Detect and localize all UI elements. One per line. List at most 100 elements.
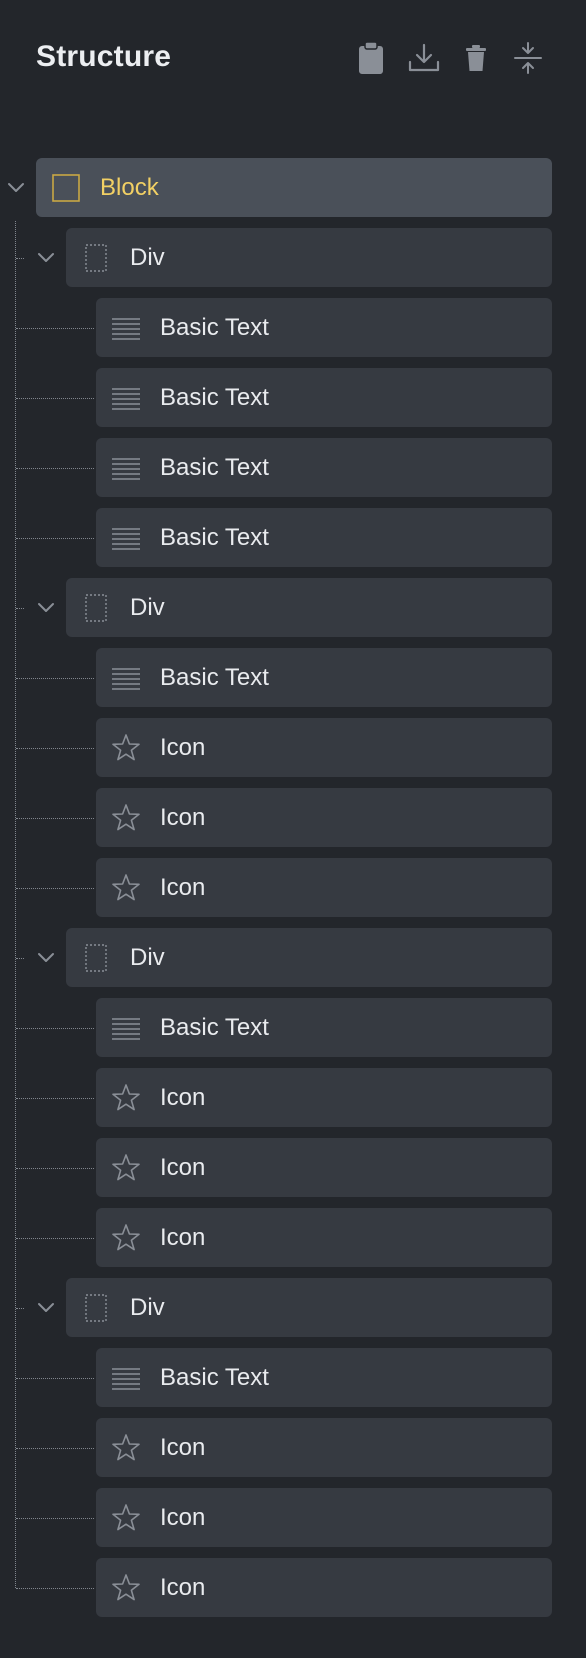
text-lines-icon xyxy=(112,1017,140,1040)
tree-node-icon[interactable]: Icon xyxy=(96,1138,552,1197)
star-icon xyxy=(112,1153,140,1180)
tree-node-icon[interactable]: Icon xyxy=(96,1418,552,1477)
row-icon xyxy=(80,242,112,274)
row-label: Basic Text xyxy=(160,453,269,481)
row-label: Div xyxy=(130,593,165,621)
star-icon xyxy=(112,1433,140,1460)
row-icon xyxy=(80,942,112,974)
row-label: Basic Text xyxy=(160,1363,269,1391)
tree-connector xyxy=(16,257,24,259)
row-icon xyxy=(50,172,82,204)
tree-node-basic-text[interactable]: Basic Text xyxy=(96,648,552,707)
tree-node-div[interactable]: Div xyxy=(66,228,552,287)
row-label: Icon xyxy=(160,1433,206,1461)
star-icon xyxy=(112,1503,140,1530)
expand-toggle[interactable] xyxy=(35,247,57,269)
tree-node-basic-text[interactable]: Basic Text xyxy=(96,368,552,427)
row-label: Icon xyxy=(160,873,206,901)
row-label: Basic Text xyxy=(160,1013,269,1041)
tree-node-div[interactable]: Div xyxy=(66,1278,552,1337)
tree-node-icon[interactable]: Icon xyxy=(96,718,552,777)
tree-guide-line xyxy=(15,221,16,1588)
row-icon xyxy=(110,382,142,414)
tree-node-basic-text[interactable]: Basic Text xyxy=(96,998,552,1057)
chevron-down-icon xyxy=(38,602,54,612)
star-icon xyxy=(112,873,140,900)
row-label: Div xyxy=(130,243,165,271)
tree-connector xyxy=(16,1377,94,1379)
row-label: Icon xyxy=(160,1083,206,1111)
row-icon xyxy=(110,872,142,904)
tree-connector xyxy=(16,1167,94,1169)
row-icon xyxy=(110,522,142,554)
tree-node-basic-text[interactable]: Basic Text xyxy=(96,1348,552,1407)
tree-node-block[interactable]: Block xyxy=(36,158,552,217)
row-icon xyxy=(80,1292,112,1324)
tree-node-icon[interactable]: Icon xyxy=(96,1488,552,1547)
row-label: Basic Text xyxy=(160,313,269,341)
tree-connector xyxy=(16,1517,94,1519)
tree-node-div[interactable]: Div xyxy=(66,928,552,987)
tree-connector xyxy=(16,1587,94,1589)
chevron-down-icon xyxy=(8,182,24,192)
expand-toggle[interactable] xyxy=(35,1297,57,1319)
div-dotted-square-icon xyxy=(85,1293,107,1322)
tree-node-basic-text[interactable]: Basic Text xyxy=(96,508,552,567)
expand-toggle[interactable] xyxy=(35,597,57,619)
text-lines-icon xyxy=(112,1367,140,1390)
text-lines-icon xyxy=(112,457,140,480)
text-lines-icon xyxy=(112,387,140,410)
row-label: Icon xyxy=(160,1223,206,1251)
tree-node-icon[interactable]: Icon xyxy=(96,1068,552,1127)
tree-connector xyxy=(16,887,94,889)
tree-connector xyxy=(16,467,94,469)
tree-connector xyxy=(16,747,94,749)
row-icon xyxy=(110,312,142,344)
tree-node-icon[interactable]: Icon xyxy=(96,858,552,917)
tree-connector xyxy=(16,677,94,679)
row-icon xyxy=(110,452,142,484)
row-icon xyxy=(110,1362,142,1394)
tree-connector xyxy=(16,537,94,539)
row-icon xyxy=(110,1082,142,1114)
row-icon xyxy=(110,1222,142,1254)
div-dotted-square-icon xyxy=(85,943,107,972)
star-icon xyxy=(112,1223,140,1250)
row-icon xyxy=(110,1432,142,1464)
star-icon xyxy=(112,1573,140,1600)
row-label: Icon xyxy=(160,1573,206,1601)
row-icon xyxy=(110,1572,142,1604)
expand-toggle[interactable] xyxy=(5,177,27,199)
div-dotted-square-icon xyxy=(85,243,107,272)
row-icon xyxy=(110,802,142,834)
tree-connector xyxy=(16,1097,94,1099)
row-label: Basic Text xyxy=(160,663,269,691)
structure-tree: Block Div Basic Text Basic Text Basic Text Ba… xyxy=(0,0,586,1658)
star-icon xyxy=(112,803,140,830)
tree-node-div[interactable]: Div xyxy=(66,578,552,637)
row-label: Div xyxy=(130,1293,165,1321)
row-icon xyxy=(80,592,112,624)
tree-node-icon[interactable]: Icon xyxy=(96,1558,552,1617)
row-icon xyxy=(110,1152,142,1184)
tree-node-icon[interactable]: Icon xyxy=(96,1208,552,1267)
row-label: Basic Text xyxy=(160,383,269,411)
chevron-down-icon xyxy=(38,252,54,262)
tree-connector xyxy=(16,1027,94,1029)
div-dotted-square-icon xyxy=(85,593,107,622)
expand-toggle[interactable] xyxy=(35,947,57,969)
chevron-down-icon xyxy=(38,1302,54,1312)
tree-node-icon[interactable]: Icon xyxy=(96,788,552,847)
row-label: Icon xyxy=(160,1503,206,1531)
tree-connector xyxy=(16,1307,24,1309)
row-icon xyxy=(110,1502,142,1534)
star-icon xyxy=(112,733,140,760)
tree-node-basic-text[interactable]: Basic Text xyxy=(96,298,552,357)
row-label: Icon xyxy=(160,733,206,761)
tree-node-basic-text[interactable]: Basic Text xyxy=(96,438,552,497)
text-lines-icon xyxy=(112,317,140,340)
row-label: Icon xyxy=(160,803,206,831)
row-icon xyxy=(110,662,142,694)
tree-connector xyxy=(16,1447,94,1449)
tree-connector xyxy=(16,607,24,609)
